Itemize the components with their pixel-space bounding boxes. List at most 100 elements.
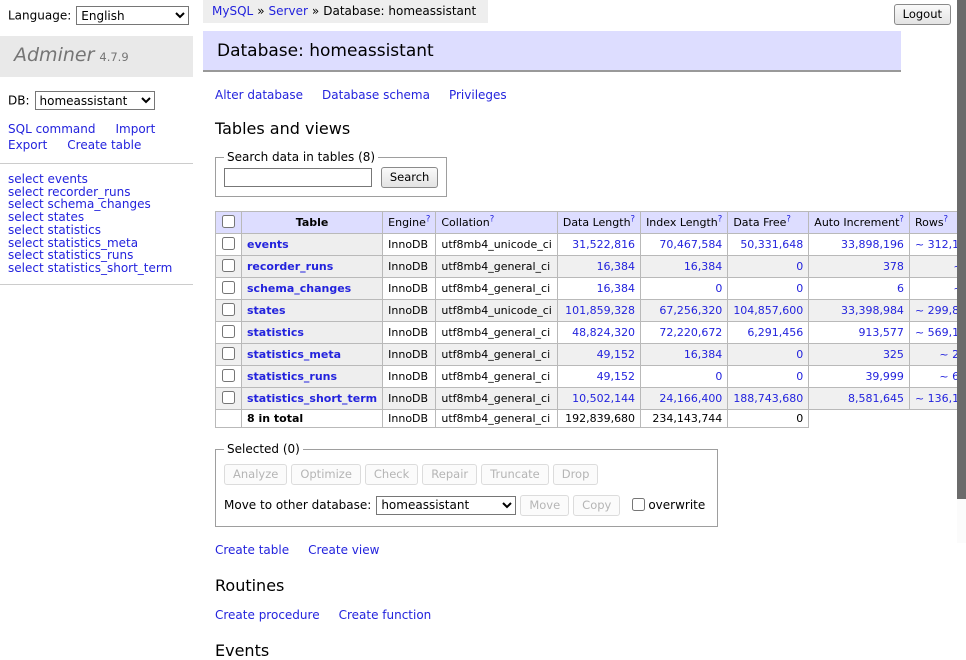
breadcrumb-mysql-link[interactable]: MySQL bbox=[212, 4, 253, 18]
row-checkbox[interactable] bbox=[222, 347, 235, 360]
search-button[interactable]: Search bbox=[381, 167, 439, 188]
breadcrumb-separator: » bbox=[312, 4, 319, 18]
column-header: Collation? bbox=[436, 212, 557, 234]
data-length-cell: 16,384 bbox=[557, 256, 640, 278]
total-data-length-cell: 192,839,680 bbox=[557, 410, 640, 428]
select-all-checkbox[interactable] bbox=[222, 215, 235, 228]
table-row: states InnoDB utf8mb4_unicode_ci 101,859… bbox=[216, 300, 966, 322]
logout-button[interactable]: Logout bbox=[894, 4, 951, 25]
events-heading: Events bbox=[215, 641, 901, 660]
breadcrumb-server-link[interactable]: Server bbox=[269, 4, 308, 18]
selected-action-button[interactable]: Drop bbox=[553, 464, 599, 485]
copy-button[interactable]: Copy bbox=[573, 495, 620, 516]
table-name-link[interactable]: schema_changes bbox=[247, 282, 351, 295]
data-free-cell: 6,291,456 bbox=[728, 322, 809, 344]
language-label: Language: bbox=[8, 9, 71, 23]
column-help-question[interactable]: ? bbox=[718, 214, 723, 224]
table-name-link[interactable]: statistics bbox=[247, 326, 304, 339]
sidebar-select-table-link[interactable]: select states bbox=[8, 211, 193, 224]
overwrite-checkbox[interactable] bbox=[632, 498, 645, 511]
create-link[interactable]: Create table bbox=[215, 543, 289, 557]
create-link[interactable]: Create view bbox=[308, 543, 379, 557]
row-checkbox[interactable] bbox=[222, 325, 235, 338]
row-checkbox-cell bbox=[216, 278, 242, 300]
selected-action-button[interactable]: Analyze bbox=[224, 464, 287, 485]
column-help-question[interactable]: ? bbox=[631, 214, 636, 224]
selected-action-button[interactable]: Truncate bbox=[481, 464, 549, 485]
table-name-link[interactable]: states bbox=[247, 304, 286, 317]
routine-link[interactable]: Create procedure bbox=[215, 608, 320, 622]
sidebar-select-table-link[interactable]: select statistics_short_term bbox=[8, 262, 193, 275]
engine-cell: InnoDB bbox=[383, 388, 436, 410]
table-name-link[interactable]: statistics_runs bbox=[247, 370, 337, 383]
column-help-question[interactable]: ? bbox=[426, 214, 431, 224]
row-checkbox[interactable] bbox=[222, 259, 235, 272]
db-label: DB: bbox=[8, 94, 30, 108]
table-name-link[interactable]: statistics_meta bbox=[247, 348, 341, 361]
column-header: Index Length? bbox=[641, 212, 728, 234]
table-name-link[interactable]: statistics_short_term bbox=[247, 392, 377, 405]
row-checkbox[interactable] bbox=[222, 281, 235, 294]
row-checkbox[interactable] bbox=[222, 369, 235, 382]
move-button[interactable]: Move bbox=[520, 495, 569, 516]
table-total-row: 8 in total InnoDB utf8mb4_general_ci 192… bbox=[216, 410, 966, 428]
column-help-question[interactable]: ? bbox=[786, 214, 791, 224]
total-empty-cell bbox=[216, 410, 242, 428]
data-length-cell: 101,859,328 bbox=[557, 300, 640, 322]
routine-link[interactable]: Create function bbox=[339, 608, 432, 622]
column-help-link[interactable]: ? bbox=[631, 214, 636, 224]
sidebar-select-table-link[interactable]: select statistics bbox=[8, 224, 193, 237]
column-header-label: Index Length bbox=[646, 216, 718, 229]
routines-heading: Routines bbox=[215, 576, 901, 595]
column-help-link[interactable]: ? bbox=[944, 214, 949, 224]
column-help-link[interactable]: ? bbox=[490, 214, 495, 224]
scrollbar-thumb[interactable] bbox=[957, 0, 966, 499]
column-help-link[interactable]: ? bbox=[899, 214, 904, 224]
sidebar-select-table-link[interactable]: select events bbox=[8, 173, 193, 186]
data-length-cell: 16,384 bbox=[557, 278, 640, 300]
database-nav-link[interactable]: Database schema bbox=[322, 88, 430, 102]
row-checkbox-cell bbox=[216, 388, 242, 410]
sidebar-action-link[interactable]: SQL command bbox=[8, 122, 95, 136]
column-header: Data Length? bbox=[557, 212, 640, 234]
row-checkbox[interactable] bbox=[222, 237, 235, 250]
language-select[interactable]: English bbox=[76, 6, 189, 25]
selected-action-button[interactable]: Repair bbox=[422, 464, 477, 485]
selected-legend: Selected (0) bbox=[224, 442, 303, 456]
table-name-cell: statistics_meta bbox=[242, 344, 383, 366]
auto-increment-cell: 33,398,984 bbox=[809, 300, 910, 322]
column-help-question[interactable]: ? bbox=[944, 214, 949, 224]
row-checkbox[interactable] bbox=[222, 391, 235, 404]
column-help-question[interactable]: ? bbox=[899, 214, 904, 224]
selected-action-button[interactable]: Optimize bbox=[291, 464, 361, 485]
move-database-select[interactable]: homeassistant bbox=[376, 496, 516, 515]
column-help-link[interactable]: ? bbox=[718, 214, 723, 224]
column-help-question[interactable]: ? bbox=[490, 214, 495, 224]
column-help-link[interactable]: ? bbox=[426, 214, 431, 224]
tables-and-views-heading: Tables and views bbox=[215, 119, 901, 138]
page-title: Database: homeassistant bbox=[203, 31, 901, 72]
column-header: Engine? bbox=[383, 212, 436, 234]
column-help-link[interactable]: ? bbox=[786, 214, 791, 224]
db-select[interactable]: homeassistant bbox=[35, 91, 155, 110]
sidebar-table-links: select eventsselect recorder_runsselect … bbox=[0, 172, 193, 275]
table-header-row: TableEngine?Collation?Data Length?Index … bbox=[216, 212, 966, 234]
sidebar-action-link[interactable]: Import bbox=[115, 122, 155, 136]
table-row: statistics InnoDB utf8mb4_general_ci 48,… bbox=[216, 322, 966, 344]
sidebar-action-link[interactable]: Export bbox=[8, 138, 47, 152]
database-nav-link[interactable]: Alter database bbox=[215, 88, 303, 102]
database-nav-link[interactable]: Privileges bbox=[449, 88, 507, 102]
data-free-cell: 188,743,680 bbox=[728, 388, 809, 410]
table-name-link[interactable]: recorder_runs bbox=[247, 260, 333, 273]
search-input[interactable] bbox=[224, 168, 372, 187]
scrollbar-track[interactable] bbox=[957, 0, 966, 543]
table-name-cell: states bbox=[242, 300, 383, 322]
sidebar-action-link[interactable]: Create table bbox=[67, 138, 141, 152]
row-checkbox[interactable] bbox=[222, 303, 235, 316]
table-name-link[interactable]: events bbox=[247, 238, 289, 251]
column-header-label: Data Free bbox=[733, 216, 786, 229]
table-row: statistics_meta InnoDB utf8mb4_general_c… bbox=[216, 344, 966, 366]
row-checkbox-cell bbox=[216, 300, 242, 322]
routine-links: Create procedure Create function bbox=[215, 608, 901, 622]
selected-action-button[interactable]: Check bbox=[365, 464, 418, 485]
